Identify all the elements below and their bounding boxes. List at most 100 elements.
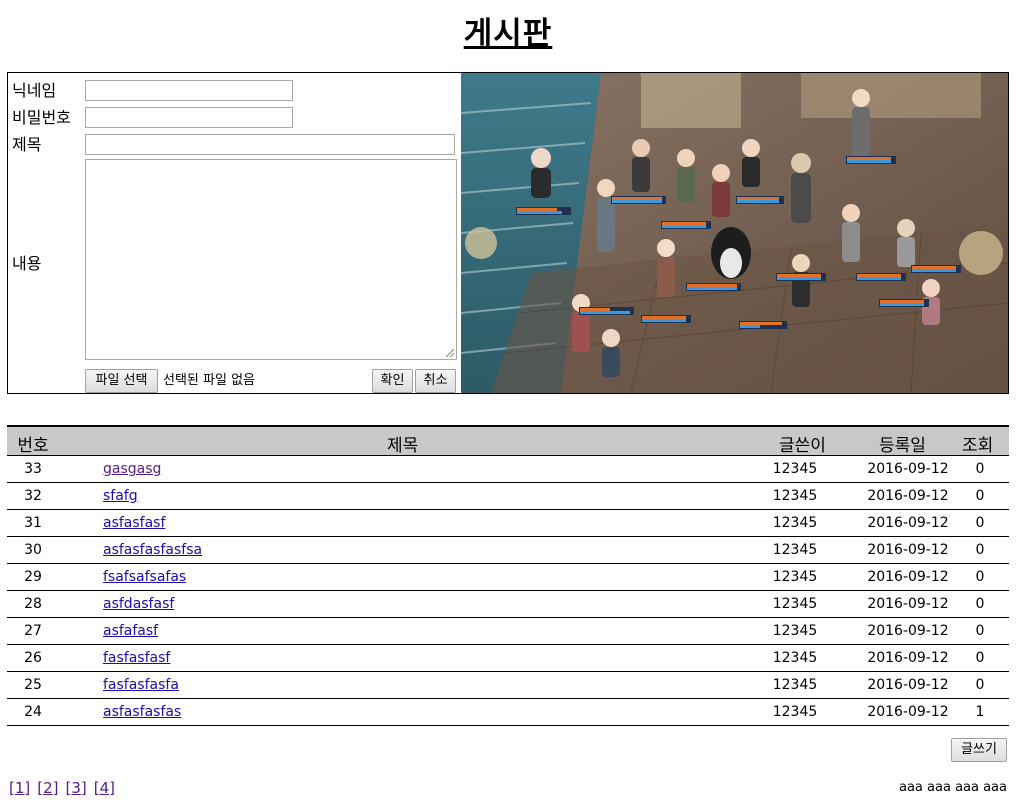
row-writer: 12345 [772,623,818,639]
table-row: 30 asfasfasfasfsa 12345 2016-09-12 0 [7,537,1009,564]
password-input[interactable] [85,107,293,128]
post-title-link[interactable]: asfasfasfasfsa [103,542,202,558]
file-status: 선택된 파일 없음 [163,373,255,388]
confirm-button[interactable]: 확인 [372,369,413,393]
post-title-link[interactable]: sfafg [103,488,138,504]
row-views: 0 [975,596,985,612]
row-no: 25 [24,677,42,693]
post-title-link[interactable]: fsafsafsafas [103,569,186,585]
content-label: 내용 [12,254,42,273]
table-row: 29 fsafsafsafas 12345 2016-09-12 0 [7,564,1009,591]
row-title: asfafasf [103,623,158,639]
resize-grip-icon[interactable] [446,349,454,357]
table-row: 26 fasfasfasf 12345 2016-09-12 0 [7,645,1009,672]
row-title: asfasfasf [103,515,165,531]
row-title: asfasfasfasfsa [103,542,202,558]
table-row: 28 asfdasfasf 12345 2016-09-12 0 [7,591,1009,618]
pagination: [1] [2] [3] [4] [9,779,122,797]
row-no: 26 [24,650,42,666]
row-writer: 12345 [772,542,818,558]
post-title-link[interactable]: gasgasg [103,461,161,477]
password-label: 비밀번호 [12,108,71,127]
row-views: 0 [975,515,985,531]
cancel-button[interactable]: 취소 [415,369,456,393]
row-no: 24 [24,704,42,720]
row-date: 2016-09-12 [867,677,949,693]
row-views: 0 [975,623,985,639]
row-no: 33 [24,461,42,477]
row-views: 0 [975,488,985,504]
row-views: 0 [975,542,985,558]
page-link[interactable]: [2] [37,779,58,797]
page-link[interactable]: [1] [9,779,30,797]
row-writer: 12345 [772,461,818,477]
write-post-button[interactable]: 글쓰기 [951,738,1007,762]
row-title: fasfasfasfa [103,677,179,693]
row-title: gasgasg [103,461,161,477]
table-row: 33 gasgasg 12345 2016-09-12 0 [7,456,1009,483]
row-title: fasfasfasf [103,650,170,666]
game-screenshot-image [461,73,1008,393]
file-select-button[interactable]: 파일 선택 [85,369,158,393]
row-writer: 12345 [772,704,818,720]
game-scene-illustration [461,73,1008,393]
page-link[interactable]: [4] [94,779,115,797]
post-title-link[interactable]: fasfasfasfa [103,677,179,693]
table-row: 31 asfasfasf 12345 2016-09-12 0 [7,510,1009,537]
row-date: 2016-09-12 [867,596,949,612]
row-no: 27 [24,623,42,639]
table-row: 24 asfasfasfas 12345 2016-09-12 1 [7,699,1009,726]
row-writer: 12345 [772,650,818,666]
row-date: 2016-09-12 [867,623,949,639]
table-row: 32 sfafg 12345 2016-09-12 0 [7,483,1009,510]
header-views: 조회 [962,436,994,456]
header-date: 등록일 [879,436,926,456]
row-views: 1 [975,704,985,720]
row-writer: 12345 [772,596,818,612]
table-header: 번호 제목 글쓴이 등록일 조회 [7,425,1009,456]
row-date: 2016-09-12 [867,461,949,477]
row-date: 2016-09-12 [867,515,949,531]
row-views: 0 [975,677,985,693]
table-body: 33 gasgasg 12345 2016-09-12 0 32 sfafg 12345 201… [7,456,1009,726]
row-title: fsafsafsafas [103,569,186,585]
footer-text: aaa aaa aaa aaa [899,780,1007,795]
form-fields: 닉네임 비밀번호 제목 내용 파일 선택 선택된 파일 없음 확인 취소 [8,73,460,393]
row-no: 31 [24,515,42,531]
row-no: 32 [24,488,42,504]
board-table: 번호 제목 글쓴이 등록일 조회 33 gasgasg 12345 2016-09-1… [7,425,1009,726]
row-no: 28 [24,596,42,612]
row-date: 2016-09-12 [867,704,949,720]
subject-input[interactable] [85,134,455,155]
nickname-input[interactable] [85,80,293,101]
post-title-link[interactable]: asfdasfasf [103,596,174,612]
row-no: 29 [24,569,42,585]
row-date: 2016-09-12 [867,650,949,666]
nickname-label: 닉네임 [12,81,57,100]
subject-label: 제목 [12,135,42,154]
row-title: sfafg [103,488,138,504]
row-date: 2016-09-12 [867,569,949,585]
row-views: 0 [975,650,985,666]
row-writer: 12345 [772,515,818,531]
row-title: asfasfasfas [103,704,181,720]
row-date: 2016-09-12 [867,488,949,504]
post-title-link[interactable]: asfasfasf [103,515,165,531]
post-title-link[interactable]: fasfasfasf [103,650,170,666]
header-title: 제목 [387,436,419,456]
row-writer: 12345 [772,569,818,585]
post-title-link[interactable]: asfafasf [103,623,158,639]
row-views: 0 [975,461,985,477]
row-writer: 12345 [772,677,818,693]
row-no: 30 [24,542,42,558]
table-row: 25 fasfasfasfa 12345 2016-09-12 0 [7,672,1009,699]
row-date: 2016-09-12 [867,542,949,558]
write-form: 닉네임 비밀번호 제목 내용 파일 선택 선택된 파일 없음 확인 취소 [7,72,1009,394]
row-writer: 12345 [772,488,818,504]
table-row: 27 asfafasf 12345 2016-09-12 0 [7,618,1009,645]
row-title: asfdasfasf [103,596,174,612]
page-link[interactable]: [3] [66,779,87,797]
header-writer: 글쓴이 [779,436,826,456]
post-title-link[interactable]: asfasfasfas [103,704,181,720]
content-textarea[interactable] [85,159,457,360]
